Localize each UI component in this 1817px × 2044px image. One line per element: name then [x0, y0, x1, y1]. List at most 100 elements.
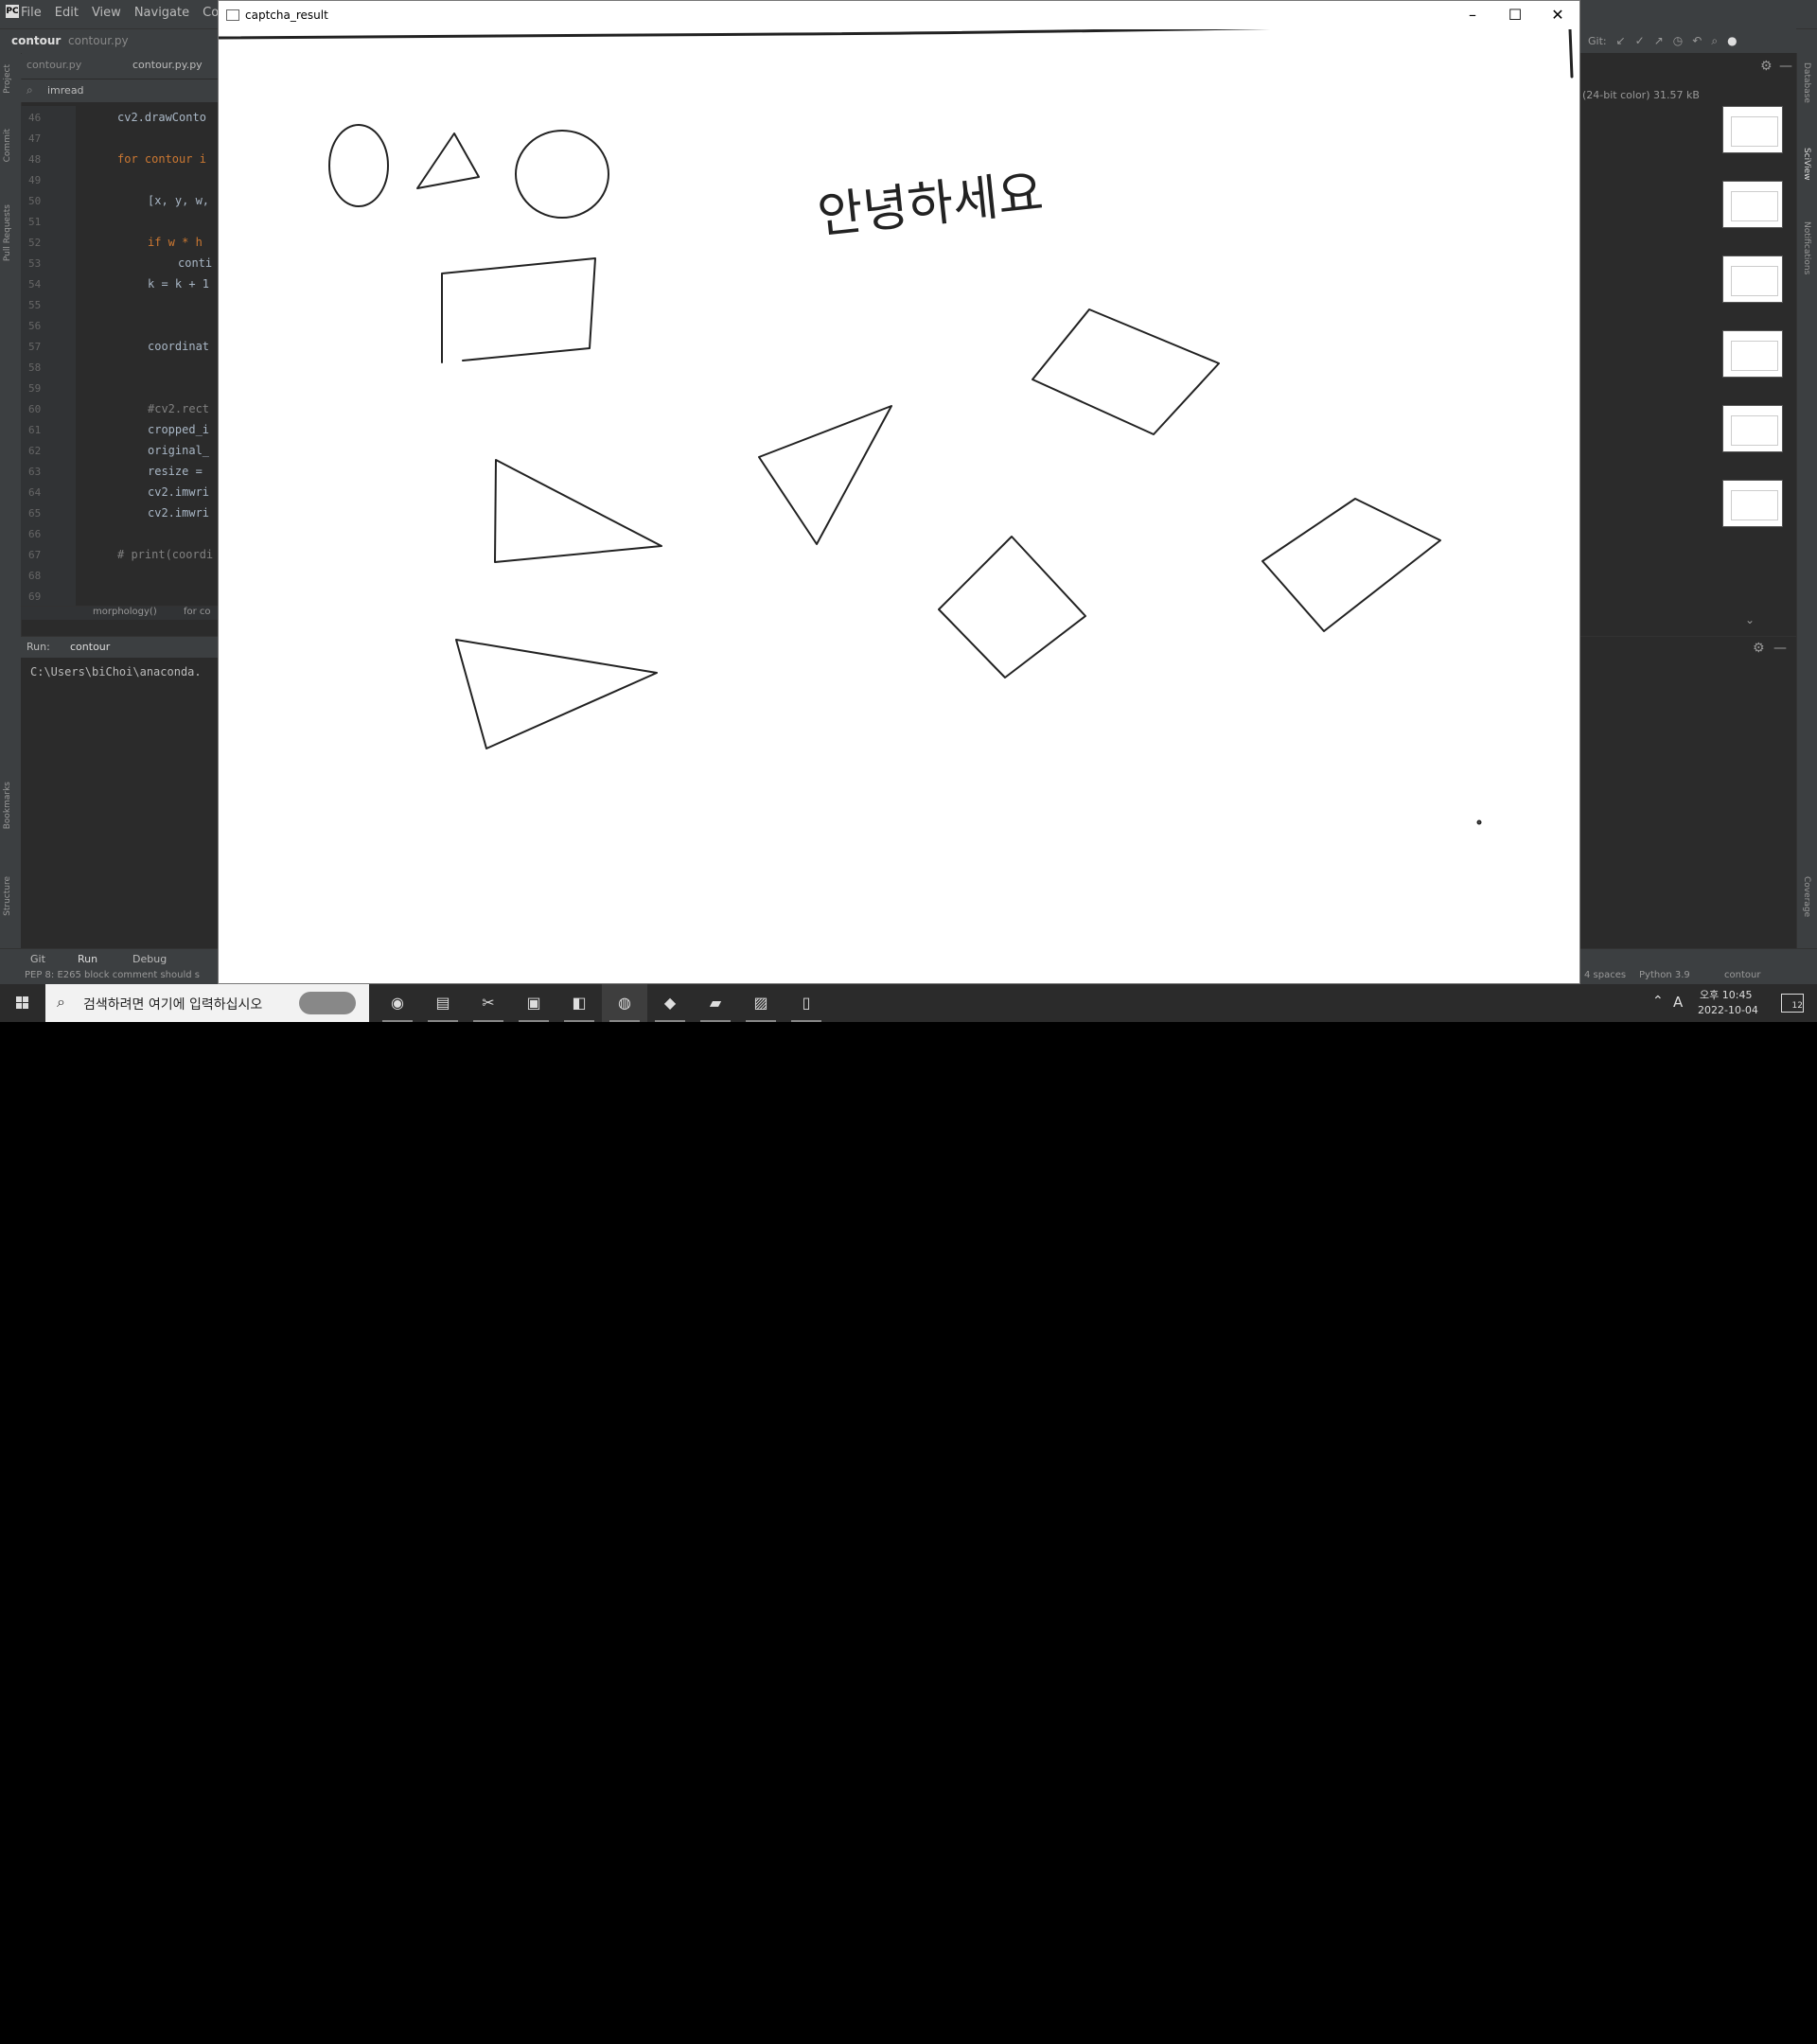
desktop-screen: PC File Edit View Navigate Cod contour c… — [0, 0, 1817, 1022]
rollback-icon[interactable]: ↶ — [1692, 34, 1702, 47]
run-tab-contour[interactable]: contour — [70, 641, 110, 653]
close-button[interactable]: ✕ — [1536, 1, 1579, 29]
captcha-result-window: captcha_result – ☐ ✕ 안녕하세요 — [217, 0, 1580, 984]
plot-thumbnail[interactable] — [1722, 181, 1783, 228]
git-push-icon[interactable]: ↗ — [1654, 34, 1664, 47]
git-branch-status[interactable]: contour — [1724, 970, 1760, 980]
input-language[interactable]: A — [1673, 994, 1683, 1011]
coverage-tool-button[interactable]: Coverage — [1802, 876, 1811, 917]
plot-thumbnail[interactable] — [1722, 256, 1783, 303]
git-update-icon[interactable]: ↙ — [1616, 34, 1626, 47]
maximize-button[interactable]: ☐ — [1493, 1, 1537, 29]
handwriting-text: 안녕하세요 — [815, 165, 1046, 245]
line-number: 50 — [28, 195, 42, 207]
line-number: 67 — [28, 549, 42, 561]
folder-icon: ▤ — [435, 994, 450, 1012]
hide-panel-icon[interactable]: — — [1773, 641, 1787, 656]
taskbar-photos[interactable]: ▨ — [738, 984, 784, 1022]
bookmarks-tool-button[interactable]: Bookmarks — [3, 782, 12, 829]
right-tool-strip: Database SciView Notifications Coverage — [1796, 53, 1817, 950]
line-number: 49 — [28, 174, 42, 186]
code-line[interactable]: for contour i — [117, 152, 206, 166]
taskbar-chrome[interactable]: ◉ — [375, 984, 420, 1022]
window-titlebar[interactable]: captcha_result – ☐ ✕ — [219, 1, 1579, 29]
python-icon: ◍ — [618, 994, 631, 1012]
code-line[interactable]: k = k + 1 — [148, 277, 209, 291]
chevron-down-icon[interactable]: ⌄ — [1745, 613, 1755, 626]
code-line[interactable]: cv2.imwri — [148, 485, 209, 499]
document-icon: ▯ — [802, 994, 811, 1012]
taskbar-search-box[interactable]: ⌕ 검색하려면 여기에 입력하십시오 — [45, 984, 369, 1022]
notification-center-icon[interactable]: 12 — [1781, 994, 1804, 1013]
code-line[interactable]: #cv2.rect — [148, 402, 209, 415]
taskbar-pycharm[interactable]: ◧ — [556, 984, 602, 1022]
taskbar-git[interactable]: ◆ — [647, 984, 693, 1022]
line-number: 48 — [28, 153, 42, 166]
git-label: Git: — [1588, 34, 1607, 47]
taskbar-explorer[interactable]: ▤ — [420, 984, 466, 1022]
editor-breadcrumb: morphology() for co — [21, 606, 220, 620]
code-line[interactable]: resize = — [148, 465, 203, 478]
taskbar-app-3[interactable]: ✂ — [466, 984, 511, 1022]
line-number: 54 — [28, 278, 42, 291]
search-everywhere-icon[interactable]: ⌕ — [1711, 34, 1718, 48]
line-number: 51 — [28, 216, 42, 228]
drawing-svg: 안녕하세요 — [217, 26, 1574, 825]
rectangle-shape — [441, 257, 596, 363]
pycharm-icon: ◧ — [572, 994, 587, 1012]
settings-gear-icon[interactable]: ⚙ — [1760, 59, 1773, 74]
tool-icon: ✂ — [482, 994, 495, 1012]
code-line[interactable]: cv2.drawConto — [117, 111, 206, 124]
run-tool-button[interactable]: Run — [78, 953, 97, 965]
line-number: 55 — [28, 299, 42, 311]
line-number: 56 — [28, 320, 42, 332]
plot-thumbnail[interactable] — [1722, 106, 1783, 153]
history-icon[interactable]: ◷ — [1673, 34, 1683, 47]
plot-thumbnail[interactable] — [1722, 405, 1783, 452]
notifications-tool-button[interactable]: Notifications — [1802, 221, 1811, 274]
structure-tool-button[interactable]: Structure — [3, 876, 12, 916]
notification-count: 12 — [1791, 1001, 1803, 1011]
plot-thumbnail[interactable] — [1722, 330, 1783, 378]
taskbar-kakaotalk[interactable]: ▣ — [511, 984, 556, 1022]
triangle-shape — [494, 459, 662, 563]
run-panel: Run: contour C:\Users\biChoi\anaconda. — [21, 636, 220, 949]
code-line[interactable]: cropped_i — [148, 423, 209, 436]
taskbar-app-8[interactable]: ▰ — [693, 984, 738, 1022]
taskbar-notepad[interactable]: ▯ — [784, 984, 829, 1022]
code-line[interactable]: # print(coordi — [117, 548, 213, 561]
hide-panel-icon[interactable]: — — [1779, 59, 1792, 74]
run-panel-header: Run: contour — [21, 637, 220, 658]
update-icon[interactable]: ● — [1727, 34, 1737, 47]
plot-thumbnail[interactable] — [1722, 480, 1783, 527]
breadcrumb-loop[interactable]: for co — [184, 607, 211, 617]
git-commit-icon[interactable]: ✓ — [1635, 34, 1645, 47]
code-line[interactable]: [x, y, w, — [148, 194, 209, 207]
circle-shape — [328, 124, 389, 207]
start-button[interactable] — [0, 984, 45, 1022]
taskbar-python[interactable]: ◍ — [602, 984, 647, 1022]
code-line[interactable]: cv2.imwri — [148, 506, 209, 520]
right-toolbar: Git: ↙ ✓ ↗ ◷ ↶ ⌕ ● — [1580, 28, 1796, 53]
git-tool-button[interactable]: Git — [30, 953, 45, 965]
chevron-up-icon[interactable]: ⌃ — [1652, 994, 1664, 1009]
breadcrumb-function[interactable]: morphology() — [93, 607, 157, 617]
minimize-button[interactable]: – — [1451, 1, 1494, 29]
settings-gear-icon[interactable]: ⚙ — [1753, 641, 1765, 656]
sciview-tool-button[interactable]: SciView — [1802, 148, 1811, 181]
right-edge-stroke — [1568, 27, 1574, 79]
code-line[interactable]: conti — [178, 256, 212, 270]
code-line[interactable]: coordinat — [148, 340, 209, 353]
git-icon: ◆ — [663, 994, 677, 1012]
status-message[interactable]: PEP 8: E265 block comment should s — [25, 970, 200, 980]
database-tool-button[interactable]: Database — [1802, 62, 1811, 103]
debug-tool-button[interactable]: Debug — [132, 953, 167, 965]
rhombus-shape — [1032, 308, 1220, 435]
clock-date[interactable]: 2022-10-04 — [1698, 1004, 1758, 1016]
circle-shape — [515, 130, 609, 219]
code-line[interactable]: original_ — [148, 444, 209, 457]
interpreter-status[interactable]: Python 3.9 — [1639, 970, 1690, 980]
clock-time[interactable]: 오후 10:45 — [1700, 987, 1752, 1002]
indent-status[interactable]: 4 spaces — [1584, 970, 1626, 980]
code-line[interactable]: if w * h — [148, 236, 203, 249]
